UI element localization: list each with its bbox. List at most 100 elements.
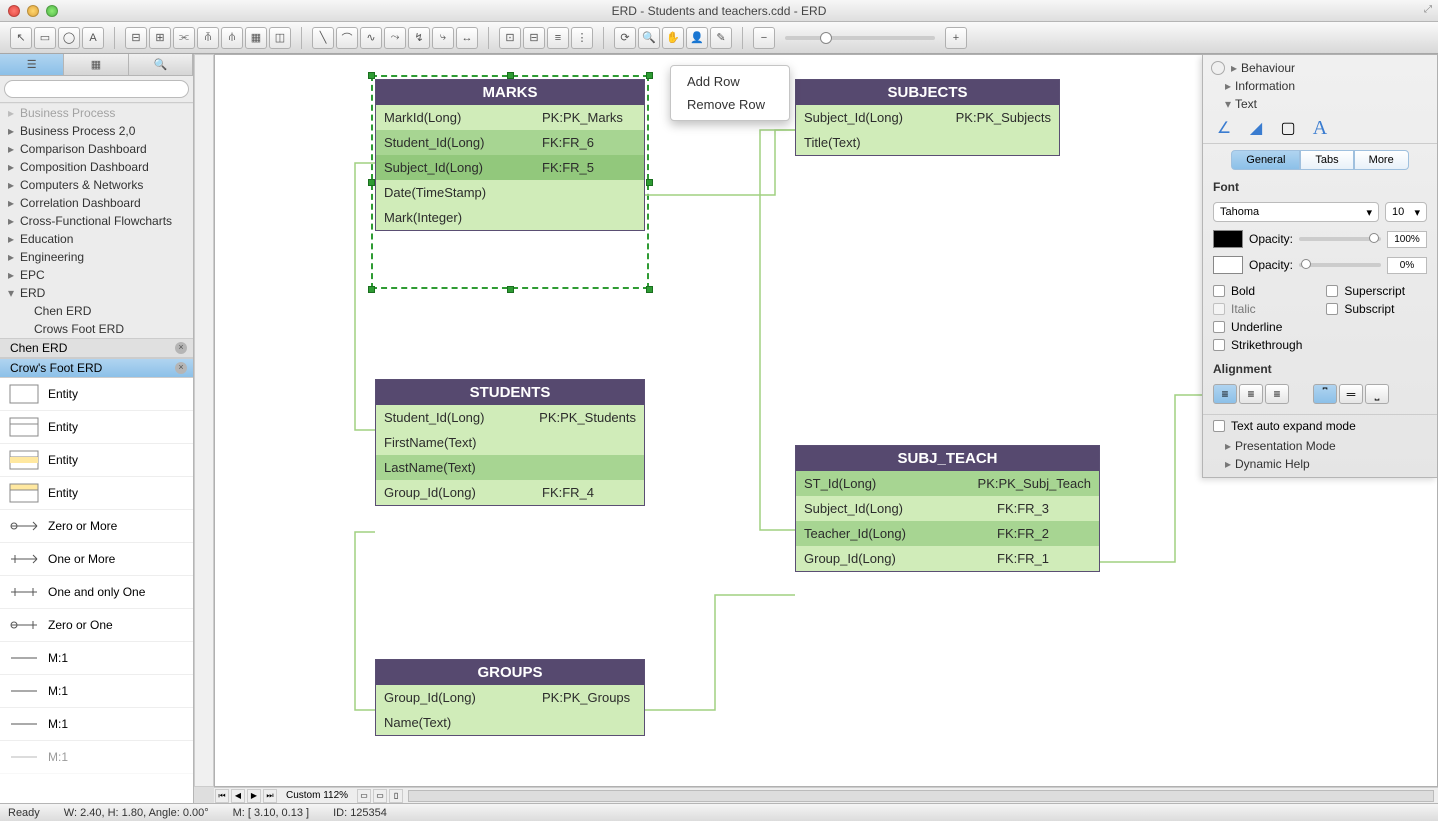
tab-more[interactable]: More — [1354, 150, 1409, 170]
zoom-out-icon[interactable]: − — [753, 27, 775, 49]
fit-page-icon[interactable]: ▭ — [357, 789, 371, 803]
zoom-slider[interactable] — [785, 36, 935, 40]
props-section-text[interactable]: ▾Text — [1203, 95, 1437, 113]
stencil-item[interactable]: Zero or More — [0, 510, 193, 543]
valign-middle-icon[interactable]: ═ — [1339, 384, 1363, 404]
close-icon[interactable]: × — [175, 342, 187, 354]
strikethrough-checkbox[interactable] — [1213, 339, 1225, 351]
hscroll-track[interactable] — [408, 790, 1434, 802]
arrow-tool-icon[interactable]: ↔ — [456, 27, 478, 49]
fork-tool-icon[interactable]: ⫚ — [197, 27, 219, 49]
tree-item[interactable]: ▸Composition Dashboard — [0, 158, 193, 176]
fit-width-icon[interactable]: ▭ — [373, 789, 387, 803]
round-connector-icon[interactable]: ⤷ — [432, 27, 454, 49]
stencil-item[interactable]: Zero or One — [0, 609, 193, 642]
search-tab-icon[interactable]: 🔍 — [129, 54, 193, 75]
box-style-icon[interactable]: ▢ — [1275, 117, 1301, 139]
stencil-item[interactable]: One and only One — [0, 576, 193, 609]
context-menu-remove-row[interactable]: Remove Row — [671, 93, 789, 116]
tree-subitem[interactable]: Chen ERD — [26, 302, 193, 320]
page-first-icon[interactable]: ⏮ — [215, 789, 229, 803]
resize-handle[interactable] — [507, 72, 514, 79]
resize-handle[interactable] — [368, 179, 375, 186]
pointer-tool-icon[interactable]: ↖ — [10, 27, 32, 49]
font-family-select[interactable]: Tahoma▾ — [1213, 202, 1379, 222]
distribute-icon[interactable]: ⋮ — [571, 27, 593, 49]
stencil-item[interactable]: M:1 — [0, 708, 193, 741]
auto-expand-checkbox[interactable] — [1213, 420, 1225, 432]
resize-handle[interactable] — [646, 72, 653, 79]
stencil-tab-chen[interactable]: Chen ERD× — [0, 338, 193, 358]
props-section-information[interactable]: ▸Information — [1203, 77, 1437, 95]
merge-tool-icon[interactable]: ⫛ — [221, 27, 243, 49]
context-menu-add-row[interactable]: Add Row — [671, 70, 789, 93]
opacity-slider[interactable] — [1299, 237, 1381, 241]
tree-tool-icon[interactable]: ⊟ — [125, 27, 147, 49]
opacity-value[interactable]: 0% — [1387, 257, 1427, 274]
minimize-window-icon[interactable] — [27, 5, 39, 17]
font-style-icon[interactable]: A — [1307, 117, 1333, 139]
connector-tool-icon[interactable]: ⤳ — [384, 27, 406, 49]
spline-tool-icon[interactable]: ∿ — [360, 27, 382, 49]
font-size-select[interactable]: 10▾ — [1385, 202, 1427, 222]
stencil-item[interactable]: M:1 — [0, 741, 193, 774]
canvas[interactable]: MARKS MarkId(Long)PK:PK_Marks Student_Id… — [214, 54, 1438, 787]
chain-tool-icon[interactable]: ⫘ — [173, 27, 195, 49]
ellipse-tool-icon[interactable]: ◯ — [58, 27, 80, 49]
tree-item[interactable]: ▸Engineering — [0, 248, 193, 266]
dynamic-help-link[interactable]: ▸Dynamic Help — [1203, 455, 1437, 473]
stencil-item[interactable]: M:1 — [0, 675, 193, 708]
text-tool-icon[interactable]: A — [82, 27, 104, 49]
branch-tool-icon[interactable]: ⊞ — [149, 27, 171, 49]
tab-tabs[interactable]: Tabs — [1300, 150, 1353, 170]
rect-tool-icon[interactable]: ▭ — [34, 27, 56, 49]
stencil-item[interactable]: M:1 — [0, 642, 193, 675]
tree-item[interactable]: ▸Business Process 2,0 — [0, 122, 193, 140]
resize-handle[interactable] — [368, 72, 375, 79]
valign-bottom-icon[interactable]: ⎵ — [1365, 384, 1389, 404]
tree-item[interactable]: ▸Computers & Networks — [0, 176, 193, 194]
align-right-icon[interactable]: ≡ — [1265, 384, 1289, 404]
zoom-icon[interactable]: 🔍 — [638, 27, 660, 49]
stencil-item[interactable]: Entity — [0, 378, 193, 411]
stencil-item[interactable]: Entity — [0, 411, 193, 444]
resize-handle[interactable] — [646, 286, 653, 293]
opacity-slider[interactable] — [1299, 263, 1381, 267]
page-next-icon[interactable]: ▶ — [247, 789, 261, 803]
tree-subitem[interactable]: Crows Foot ERD — [26, 320, 193, 338]
tree-item[interactable]: ▸Cross-Functional Flowcharts — [0, 212, 193, 230]
grid-view-tab-icon[interactable]: ▦ — [64, 54, 128, 75]
tree-item[interactable]: ▸Comparison Dashboard — [0, 140, 193, 158]
zoom-window-icon[interactable] — [46, 5, 58, 17]
tree-item-erd[interactable]: ▾ERD — [0, 284, 193, 302]
text-color-swatch[interactable] — [1213, 230, 1243, 248]
resize-handle[interactable] — [368, 286, 375, 293]
line-tool-icon[interactable]: ╲ — [312, 27, 334, 49]
close-window-icon[interactable] — [8, 5, 20, 17]
fit-height-icon[interactable]: ▯ — [389, 789, 403, 803]
tree-item[interactable]: ▸EPC — [0, 266, 193, 284]
fullscreen-icon[interactable]: ⤢ — [1424, 4, 1432, 15]
entity-subj-teach[interactable]: SUBJ_TEACH ST_Id(Long)PK:PK_Subj_Teach S… — [795, 445, 1100, 572]
tab-general[interactable]: General — [1231, 150, 1300, 170]
resize-handle[interactable] — [507, 286, 514, 293]
tree-item-truncated[interactable]: ▸Business Process — [0, 103, 193, 122]
entity-groups[interactable]: GROUPS Group_Id(Long)PK:PK_Groups Name(T… — [375, 659, 645, 736]
arc-tool-icon[interactable]: ⌒ — [336, 27, 358, 49]
smart-connector-icon[interactable]: ↯ — [408, 27, 430, 49]
rotate-icon[interactable]: ⟳ — [614, 27, 636, 49]
opacity-value[interactable]: 100% — [1387, 231, 1427, 248]
stencil-tab-crowsfoot[interactable]: Crow's Foot ERD× — [0, 358, 193, 378]
bold-checkbox[interactable] — [1213, 285, 1225, 297]
ungroup-icon[interactable]: ⊟ — [523, 27, 545, 49]
close-icon[interactable]: × — [175, 362, 187, 374]
props-section-behaviour[interactable]: ▸Behaviour — [1203, 59, 1437, 77]
page-prev-icon[interactable]: ◀ — [231, 789, 245, 803]
subscript-checkbox[interactable] — [1326, 303, 1338, 315]
tree-item[interactable]: ▸Correlation Dashboard — [0, 194, 193, 212]
align-center-icon[interactable]: ≡ — [1239, 384, 1263, 404]
layout-tool-icon[interactable]: ◫ — [269, 27, 291, 49]
tree-view-tab-icon[interactable]: ☰ — [0, 54, 64, 75]
underline-style-icon[interactable]: ∠ — [1211, 117, 1237, 139]
stencil-item[interactable]: Entity — [0, 444, 193, 477]
